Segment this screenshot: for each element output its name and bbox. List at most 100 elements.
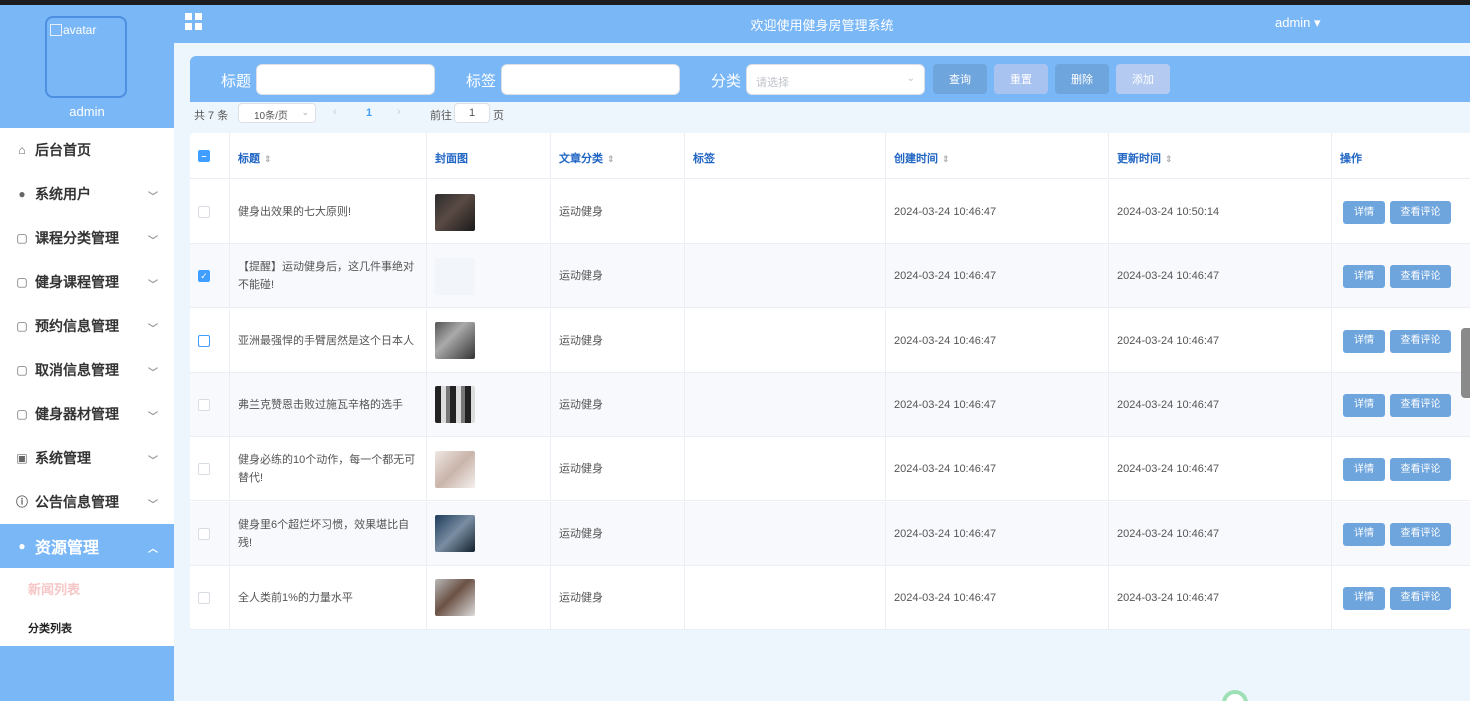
column-header-updated-col[interactable]: 更新时间 ⇕ bbox=[1108, 133, 1331, 179]
select-all-checkbox[interactable]: – bbox=[198, 150, 210, 162]
cover-thumbnail[interactable] bbox=[435, 450, 475, 488]
table-row[interactable]: 弗兰克赞恩击败过施瓦辛格的选手 运动健身 2024-03-24 10:46:47 20… bbox=[190, 372, 1470, 437]
detail-button[interactable]: 详情 bbox=[1343, 265, 1385, 289]
sidebar-item[interactable]: ▣ 系统管理 ﹀ bbox=[0, 436, 174, 480]
sidebar-item[interactable]: ▢ 预约信息管理 ﹀ bbox=[0, 304, 174, 348]
category-cell: 运动健身 bbox=[550, 372, 684, 437]
category-cell: 运动健身 bbox=[550, 244, 684, 309]
folder-icon: ▢ bbox=[16, 363, 28, 377]
sidebar-item-label: 公告信息管理 bbox=[35, 494, 119, 510]
view-comments-button[interactable]: 查看评论 bbox=[1390, 393, 1451, 417]
created-time-cell: 2024-03-24 10:46:47 bbox=[885, 501, 1108, 566]
page-size-select[interactable]: 10条/页 ⌄ bbox=[238, 103, 316, 123]
goto-page-input[interactable]: 1 bbox=[454, 103, 490, 123]
sidebar-item[interactable]: ● 系统用户 ﹀ bbox=[0, 172, 174, 216]
view-comments-button[interactable]: 查看评论 bbox=[1390, 265, 1451, 289]
detail-button[interactable]: 详情 bbox=[1343, 586, 1385, 610]
row-checkbox[interactable] bbox=[198, 463, 210, 476]
add-button[interactable]: 添加 bbox=[1116, 64, 1170, 94]
row-checkbox[interactable]: ✓ bbox=[198, 270, 210, 283]
category-select[interactable]: 请选择 ⌄ bbox=[746, 64, 925, 95]
tag-input[interactable] bbox=[501, 64, 680, 95]
sort-icon[interactable]: ⇕ bbox=[607, 154, 615, 164]
table-header: – 标题 ⇕ 封面图 文章分类 ⇕ 标签 创建时间 ⇕ 更新时间 ⇕ 操作 bbox=[190, 133, 1470, 179]
current-page[interactable]: 1 bbox=[366, 107, 372, 119]
created-time-cell: 2024-03-24 10:46:47 bbox=[885, 437, 1108, 502]
table-row[interactable]: 亚洲最强悍的手臂居然是这个日本人 运动健身 2024-03-24 10:46:47 2… bbox=[190, 308, 1470, 373]
updated-time-cell: 2024-03-24 10:50:14 bbox=[1108, 180, 1331, 244]
sidebar-item[interactable]: ▢ 取消信息管理 ﹀ bbox=[0, 348, 174, 392]
table-row[interactable]: ✓ 【提醒】运动健身后，这几件事绝对不能碰! 运动健身 2024-03-24 10:4… bbox=[190, 244, 1470, 309]
column-header-created-col[interactable]: 创建时间 ⇕ bbox=[885, 133, 1108, 179]
sidebar: avatar admin ⌂ 后台首页 ● 系统用户 ﹀ ▢ 课程分类管理 ﹀ ▢ 健身课程管理 ﹀… bbox=[0, 5, 174, 701]
action-cell: 详情 查看评论 bbox=[1331, 244, 1470, 309]
detail-button[interactable]: 详情 bbox=[1343, 329, 1385, 353]
detail-button[interactable]: 详情 bbox=[1343, 393, 1385, 417]
cover-thumbnail[interactable] bbox=[435, 257, 475, 295]
cover-thumbnail[interactable] bbox=[435, 579, 475, 617]
delete-button[interactable]: 删除 bbox=[1055, 64, 1109, 94]
column-header-title-col[interactable]: 标题 ⇕ bbox=[229, 133, 426, 179]
table-row[interactable]: 健身里6个超烂坏习惯，效果堪比自残! 运动健身 2024-03-24 10:46:4… bbox=[190, 501, 1470, 566]
title-cell: 弗兰克赞恩击败过施瓦辛格的选手 bbox=[229, 372, 426, 437]
cover-thumbnail[interactable] bbox=[435, 193, 475, 231]
avatar-alt-text: avatar bbox=[63, 23, 97, 37]
row-checkbox[interactable] bbox=[198, 206, 210, 218]
view-comments-button[interactable]: 查看评论 bbox=[1390, 586, 1451, 610]
view-comments-button[interactable]: 查看评论 bbox=[1390, 201, 1451, 224]
select-cell bbox=[190, 309, 229, 373]
row-checkbox[interactable] bbox=[198, 591, 210, 604]
view-comments-button[interactable]: 查看评论 bbox=[1390, 329, 1451, 353]
tag-label: 标签 bbox=[466, 73, 497, 90]
column-header-action-col: 操作 bbox=[1331, 133, 1470, 179]
sidebar-item[interactable]: ⓘ 公告信息管理 ﹀ bbox=[0, 480, 174, 524]
title-input[interactable] bbox=[256, 64, 435, 95]
reset-button[interactable]: 重置 bbox=[994, 64, 1048, 94]
table-row[interactable]: 全人类前1%的力量水平 运动健身 2024-03-24 10:46:47 2024-0… bbox=[190, 565, 1470, 630]
sidebar-item-label: 取消信息管理 bbox=[35, 362, 119, 378]
chevron-down-icon: ﹀ bbox=[148, 412, 158, 423]
sidebar-item[interactable]: ● 资源管理 ︿ bbox=[0, 524, 174, 568]
row-checkbox[interactable] bbox=[198, 334, 210, 347]
title-label: 标题 bbox=[221, 73, 252, 90]
query-button[interactable]: 查询 bbox=[933, 64, 987, 94]
detail-button[interactable]: 详情 bbox=[1343, 522, 1385, 546]
row-checkbox[interactable] bbox=[198, 398, 210, 411]
detail-button[interactable]: 详情 bbox=[1343, 201, 1385, 224]
row-checkbox[interactable] bbox=[198, 527, 210, 540]
updated-time-cell: 2024-03-24 10:46:47 bbox=[1108, 244, 1331, 309]
sort-icon[interactable]: ⇕ bbox=[1165, 154, 1173, 164]
sidebar-item[interactable]: ▢ 健身课程管理 ﹀ bbox=[0, 260, 174, 304]
view-comments-button[interactable]: 查看评论 bbox=[1390, 522, 1451, 546]
column-header-label: 创建时间 bbox=[894, 153, 938, 165]
scrollbar-thumb[interactable] bbox=[1461, 328, 1470, 398]
category-cell: 运动健身 bbox=[550, 308, 684, 373]
search-panel: 标题 标签 分类 请选择 ⌄ 查询 重置 删除 添加 bbox=[190, 56, 1470, 102]
view-comments-button[interactable]: 查看评论 bbox=[1390, 458, 1451, 482]
table-row[interactable]: 健身出效果的七大原则! 运动健身 2024-03-24 10:46:47 2024-0… bbox=[190, 180, 1470, 244]
sidebar-item[interactable]: ▢ 课程分类管理 ﹀ bbox=[0, 216, 174, 260]
category-cell: 运动健身 bbox=[550, 180, 684, 244]
chevron-down-icon: ﹀ bbox=[148, 500, 158, 511]
table-row[interactable]: 健身必练的10个动作，每一个都无可替代! 运动健身 2024-03-24 10:46… bbox=[190, 437, 1470, 502]
avatar[interactable]: avatar bbox=[45, 16, 127, 98]
sidebar-item[interactable]: ⌂ 后台首页 bbox=[0, 128, 174, 172]
submenu-item[interactable]: 新闻列表 bbox=[0, 568, 174, 608]
sidebar-item[interactable]: ▢ 健身器材管理 ﹀ bbox=[0, 392, 174, 436]
sort-icon[interactable]: ⇕ bbox=[942, 154, 950, 164]
cover-thumbnail[interactable] bbox=[435, 515, 475, 552]
action-cell: 详情 查看评论 bbox=[1331, 308, 1470, 373]
submenu-item[interactable]: 分类列表 bbox=[0, 608, 174, 648]
user-dropdown[interactable]: admin ▾ bbox=[1275, 15, 1321, 31]
cover-thumbnail[interactable] bbox=[435, 386, 475, 424]
prev-page-icon[interactable]: ‹ bbox=[333, 106, 337, 118]
detail-button[interactable]: 详情 bbox=[1343, 458, 1385, 482]
column-header-category-col[interactable]: 文章分类 ⇕ bbox=[550, 133, 684, 179]
chevron-down-icon: ⌄ bbox=[906, 73, 915, 84]
floating-button[interactable] bbox=[1222, 690, 1248, 701]
select-cell bbox=[190, 566, 229, 630]
sort-icon[interactable]: ⇕ bbox=[264, 154, 272, 164]
goto-unit: 页 bbox=[493, 110, 504, 122]
cover-thumbnail[interactable] bbox=[435, 322, 475, 360]
next-page-icon[interactable]: › bbox=[397, 106, 401, 118]
